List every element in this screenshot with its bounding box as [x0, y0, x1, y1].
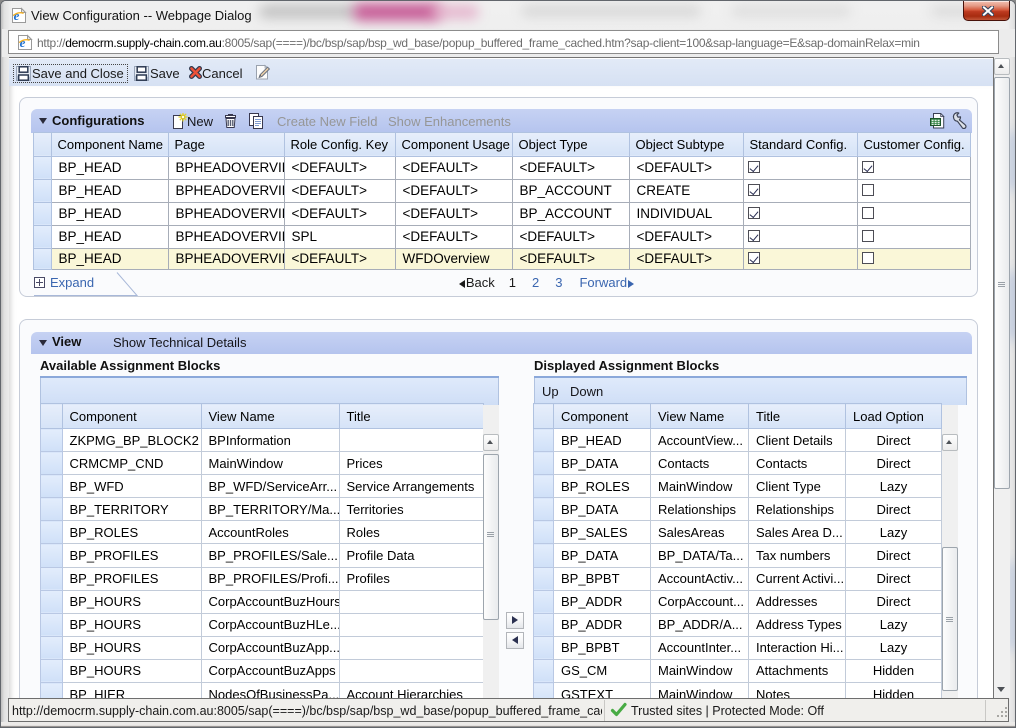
- svg-text:e: e: [20, 35, 26, 50]
- svg-text:e: e: [14, 8, 20, 23]
